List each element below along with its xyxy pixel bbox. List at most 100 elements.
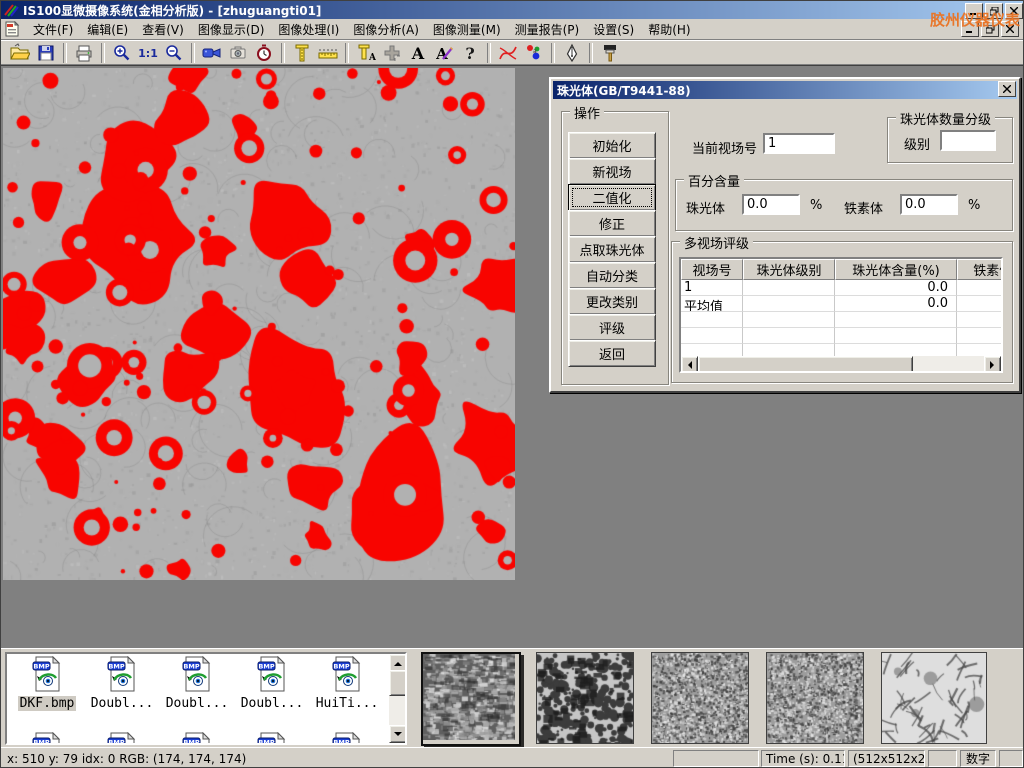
pearlite-dialog: 珠光体(GB/T9441-88) 操作 初始化 新视场 二值化 修正 点取珠光体… <box>549 77 1021 393</box>
new-field-button[interactable]: 新视场 <box>568 158 656 185</box>
current-field-label: 当前视场号 <box>692 138 757 157</box>
scroll-right-button[interactable] <box>984 356 1001 373</box>
thumbnail-4[interactable] <box>766 652 864 744</box>
cross-marker-icon[interactable] <box>379 42 405 64</box>
menu-help[interactable]: 帮助(H) <box>641 19 697 40</box>
menu-image-display[interactable]: 图像显示(D) <box>191 19 272 40</box>
file-item[interactable]: BMP <box>311 732 383 745</box>
cell: 平均值 <box>681 296 743 312</box>
change-class-button[interactable]: 更改类别 <box>568 288 656 315</box>
toolbar-separator <box>345 43 349 63</box>
thumbnail-5[interactable] <box>881 652 987 744</box>
menu-edit[interactable]: 编辑(E) <box>80 19 135 40</box>
file-name[interactable]: HuiTi... <box>314 696 381 711</box>
file-item[interactable]: BMP Doubl... <box>236 656 308 711</box>
file-item[interactable]: BMP Doubl... <box>86 656 158 711</box>
file-name[interactable]: Doubl... <box>89 696 156 711</box>
file-item[interactable]: BMP HuiTi... <box>311 656 383 711</box>
file-name[interactable]: DKF.bmp <box>18 696 77 711</box>
toolbar-separator <box>487 43 491 63</box>
ruler-icon[interactable] <box>315 42 341 64</box>
cursor-readout: x: 510 y: 79 idx: 0 RGB: (174, 174, 174) <box>7 752 246 766</box>
auto-classify-button[interactable]: 自动分类 <box>568 262 656 289</box>
table-row[interactable]: 平均值 0.0 <box>681 296 1001 312</box>
file-name[interactable]: Doubl... <box>164 696 231 711</box>
open-file-icon[interactable] <box>7 42 33 64</box>
dialog-close-icon[interactable] <box>998 81 1016 97</box>
curve-icon[interactable] <box>495 42 521 64</box>
binarize-button[interactable]: 二值化 <box>568 184 656 211</box>
grade-label: 级别 <box>904 134 930 153</box>
scroll-thumb[interactable] <box>389 670 407 696</box>
thumbnail-3[interactable] <box>651 652 749 744</box>
col-pearlite-grade[interactable]: 珠光体级别 <box>743 259 835 280</box>
scroll-thumb[interactable] <box>698 356 913 373</box>
dialog-title-bar[interactable]: 珠光体(GB/T9441-88) <box>553 81 1017 99</box>
menu-file[interactable]: 文件(F) <box>26 19 80 40</box>
file-item[interactable]: BMP <box>161 732 233 745</box>
scroll-left-button[interactable] <box>681 356 698 373</box>
menu-settings[interactable]: 设置(S) <box>586 19 641 40</box>
actual-size-icon[interactable]: 1:1 <box>135 42 161 64</box>
document-icon <box>4 21 20 37</box>
edit-text-icon[interactable]: A <box>431 42 457 64</box>
scroll-track[interactable] <box>913 356 984 371</box>
file-item[interactable]: BMP <box>11 732 83 745</box>
bmp-badge: BMP <box>183 739 199 746</box>
timer-icon[interactable] <box>251 42 277 64</box>
text-icon[interactable]: A <box>405 42 431 64</box>
pen-icon[interactable] <box>559 42 585 64</box>
vendor-watermark: 胶州仪器仪表 <box>930 9 1020 30</box>
thumbnail-2[interactable] <box>536 652 634 744</box>
bmp-badge: BMP <box>258 739 274 746</box>
file-name[interactable]: Doubl... <box>239 696 306 711</box>
correct-button[interactable]: 修正 <box>568 210 656 237</box>
current-field-input[interactable] <box>763 133 835 154</box>
rate-button[interactable]: 评级 <box>568 314 656 341</box>
zoom-in-icon[interactable] <box>109 42 135 64</box>
table-row[interactable] <box>681 328 1001 344</box>
toolbar-separator <box>551 43 555 63</box>
menu-view[interactable]: 查看(V) <box>135 19 191 40</box>
measure-text-icon[interactable]: A <box>353 42 379 64</box>
help-icon[interactable]: ? <box>457 42 483 64</box>
grading-group: 珠光体数量分级 级别 <box>887 117 1013 163</box>
brush-icon[interactable] <box>597 42 623 64</box>
menu-image-analysis[interactable]: 图像分析(A) <box>346 19 426 40</box>
init-button[interactable]: 初始化 <box>568 132 656 159</box>
table-row[interactable] <box>681 312 1001 328</box>
menu-image-measure[interactable]: 图像测量(M) <box>426 19 508 40</box>
file-item[interactable]: BMP Doubl... <box>161 656 233 711</box>
menu-image-processing[interactable]: 图像处理(I) <box>271 19 346 40</box>
svg-text:A: A <box>368 53 376 63</box>
caliper-icon[interactable] <box>289 42 315 64</box>
ferrite-input[interactable] <box>900 194 958 215</box>
thumbnail-1[interactable] <box>421 652 521 746</box>
bmp-file-icon: BMP <box>257 732 287 745</box>
cell <box>957 280 1003 296</box>
return-button[interactable]: 返回 <box>568 340 656 367</box>
particles-icon[interactable]: a <box>521 42 547 64</box>
table-row[interactable]: 1 0.0 <box>681 280 1001 296</box>
file-item[interactable]: BMP DKF.bmp <box>11 656 83 711</box>
file-item[interactable]: BMP <box>236 732 308 745</box>
camera-icon[interactable] <box>225 42 251 64</box>
grade-input[interactable] <box>940 130 996 151</box>
video-camera-icon[interactable] <box>199 42 225 64</box>
pick-pearlite-button[interactable]: 点取珠光体 <box>568 236 656 263</box>
zoom-out-icon[interactable] <box>161 42 187 64</box>
dialog-title: 珠光体(GB/T9441-88) <box>557 82 691 99</box>
pearlite-input[interactable] <box>742 194 800 215</box>
scroll-down-button[interactable] <box>389 725 407 743</box>
metallographic-image[interactable] <box>3 68 515 580</box>
toolbar: 1:1 A A A ? a <box>1 40 1024 65</box>
print-icon[interactable] <box>71 42 97 64</box>
file-item[interactable]: BMP <box>86 732 158 745</box>
col-ferrite-content[interactable]: 铁素体含量(%) <box>957 259 1003 280</box>
save-icon[interactable] <box>33 42 59 64</box>
bmp-file-icon: BMP <box>257 656 287 692</box>
menu-report[interactable]: 测量报告(P) <box>508 19 587 40</box>
col-pearlite-content[interactable]: 珠光体含量(%) <box>835 259 957 280</box>
col-field-no[interactable]: 视场号 <box>681 259 743 280</box>
svg-text:a: a <box>533 48 537 55</box>
